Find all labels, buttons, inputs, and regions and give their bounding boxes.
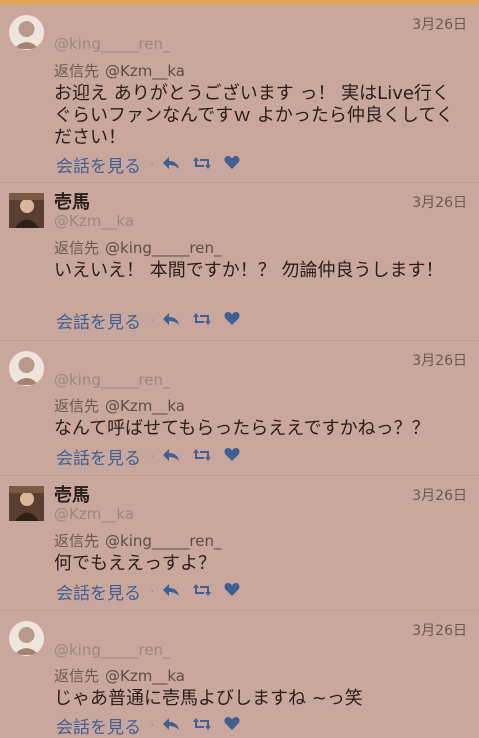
- reply-icon[interactable]: [162, 716, 180, 736]
- reply-label: 返信先: [54, 397, 100, 415]
- retweet-icon[interactable]: [192, 447, 212, 467]
- view-conversation-link[interactable]: 会話を見る: [56, 579, 141, 604]
- tweet-display-name[interactable]: 壱馬: [54, 481, 90, 507]
- user-avatar-icon: [9, 351, 44, 386]
- user-avatar-icon: [9, 486, 44, 521]
- reply-info: 返信先 @king_____ren_: [54, 530, 221, 551]
- tweet-actions: 会話を見る ·: [56, 152, 252, 177]
- avatar[interactable]: [9, 15, 44, 50]
- tweet-date: 3月26日: [412, 623, 467, 639]
- retweet-icon[interactable]: [192, 155, 212, 175]
- tweet-text: 何でもええっすよ？: [54, 553, 216, 574]
- tweet[interactable]: 3月26日 壱馬 @Kzm__ka 返信先 @king_____ren_ いえいえ…: [0, 183, 479, 341]
- retweet-icon[interactable]: [192, 311, 212, 331]
- tweet-handle[interactable]: @king_____ren_: [54, 371, 170, 389]
- tweet-actions: 会話を見る ·: [56, 308, 252, 333]
- tweet-actions: 会話を見る ·: [56, 444, 252, 469]
- retweet-icon[interactable]: [192, 582, 212, 602]
- tweet-text: いえいえ！ 本間ですか！？ 勿論仲良うします！: [54, 260, 444, 281]
- reply-info: 返信先 @Kzm__ka: [54, 665, 185, 686]
- reply-icon[interactable]: [162, 155, 180, 175]
- reply-to-handle[interactable]: @Kzm__ka: [105, 397, 185, 415]
- heart-icon[interactable]: [224, 582, 240, 602]
- reply-icon[interactable]: [162, 582, 180, 602]
- tweet-feed: 3月26日 @king_____ren_ 返信先 @Kzm__ka お迎え ありが…: [0, 5, 479, 738]
- tweet-text: なんて呼ばせてもらったらええですかねっ？？: [54, 418, 430, 439]
- tweet[interactable]: 3月26日 壱馬 @Kzm__ka 返信先 @king_____ren_ 何でもえ…: [0, 476, 479, 611]
- reply-icon[interactable]: [162, 447, 180, 467]
- tweet[interactable]: 3月26日 @king_____ren_ 返信先 @Kzm__ka お迎え ありが…: [0, 5, 479, 183]
- heart-icon[interactable]: [224, 155, 240, 175]
- user-avatar-icon: [9, 15, 44, 50]
- view-conversation-link[interactable]: 会話を見る: [56, 713, 141, 738]
- view-conversation-link[interactable]: 会話を見る: [56, 152, 141, 177]
- view-conversation-link[interactable]: 会話を見る: [56, 444, 141, 469]
- tweet-handle[interactable]: @Kzm__ka: [54, 505, 134, 523]
- reply-label: 返信先: [54, 62, 100, 80]
- reply-info: 返信先 @king_____ren_: [54, 237, 221, 258]
- tweet-handle[interactable]: @Kzm__ka: [54, 212, 134, 230]
- view-conversation-link[interactable]: 会話を見る: [56, 308, 141, 333]
- separator-dot: ·: [150, 583, 155, 600]
- heart-icon[interactable]: [224, 447, 240, 467]
- user-avatar-icon: [9, 621, 44, 656]
- separator-dot: ·: [150, 448, 155, 465]
- tweet-text: お迎え ありがとうございます っ！ 実はLive行くぐらいファンなんですｗ よか…: [54, 83, 454, 148]
- separator-dot: ·: [150, 717, 155, 734]
- tweet-date: 3月26日: [412, 17, 467, 33]
- separator-dot: ·: [150, 312, 155, 329]
- avatar[interactable]: [9, 486, 44, 521]
- tweet-date: 3月26日: [412, 488, 467, 504]
- separator-dot: ·: [150, 156, 155, 173]
- reply-to-handle[interactable]: @king_____ren_: [105, 239, 221, 257]
- reply-label: 返信先: [54, 239, 100, 257]
- tweet[interactable]: 3月26日 @king_____ren_ 返信先 @Kzm__ka じゃあ普通に壱…: [0, 611, 479, 738]
- reply-icon[interactable]: [162, 311, 180, 331]
- tweet-display-name[interactable]: 壱馬: [54, 188, 90, 214]
- tweet-handle[interactable]: @king_____ren_: [54, 35, 170, 53]
- tweet-actions: 会話を見る ·: [56, 579, 252, 604]
- tweet-text: じゃあ普通に壱馬よびしますね ~っ笑: [54, 688, 363, 709]
- reply-to-handle[interactable]: @king_____ren_: [105, 532, 221, 550]
- avatar[interactable]: [9, 351, 44, 386]
- tweet[interactable]: 3月26日 @king_____ren_ 返信先 @Kzm__ka なんて呼ばせて…: [0, 341, 479, 476]
- heart-icon[interactable]: [224, 716, 240, 736]
- retweet-icon[interactable]: [192, 716, 212, 736]
- tweet-date: 3月26日: [412, 195, 467, 211]
- avatar[interactable]: [9, 621, 44, 656]
- reply-to-handle[interactable]: @Kzm__ka: [105, 667, 185, 685]
- reply-info: 返信先 @Kzm__ka: [54, 60, 185, 81]
- heart-icon[interactable]: [224, 311, 240, 331]
- reply-info: 返信先 @Kzm__ka: [54, 395, 185, 416]
- tweet-date: 3月26日: [412, 353, 467, 369]
- reply-label: 返信先: [54, 667, 100, 685]
- avatar[interactable]: [9, 193, 44, 228]
- reply-label: 返信先: [54, 532, 100, 550]
- user-avatar-icon: [9, 193, 44, 228]
- tweet-actions: 会話を見る ·: [56, 713, 252, 738]
- reply-to-handle[interactable]: @Kzm__ka: [105, 62, 185, 80]
- tweet-handle[interactable]: @king_____ren_: [54, 641, 170, 659]
